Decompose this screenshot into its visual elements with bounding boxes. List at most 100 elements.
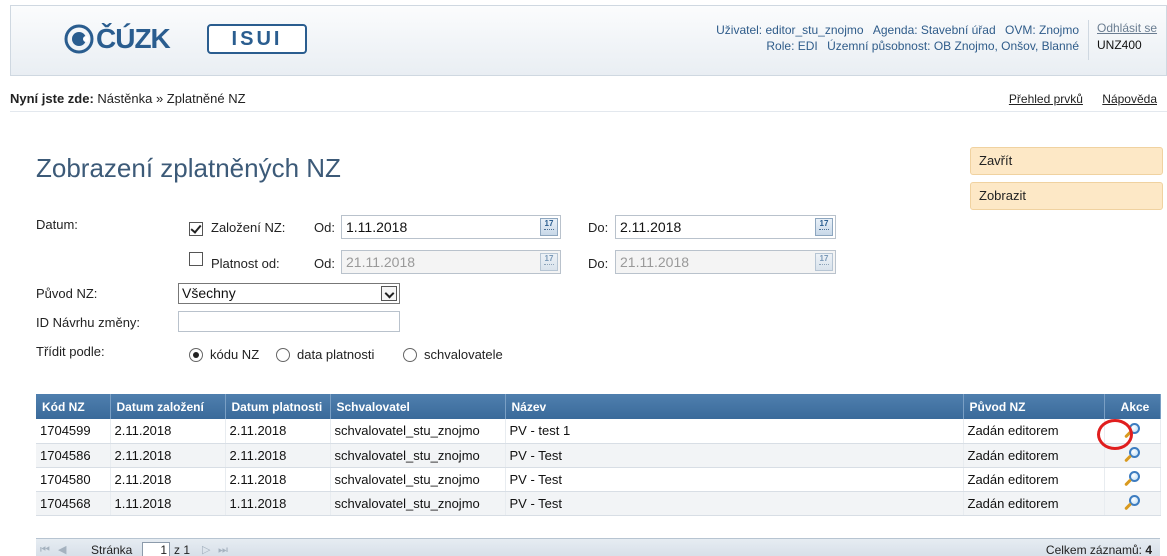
created-checkbox[interactable] (189, 222, 203, 236)
table-row[interactable]: 1704586 2.11.2018 2.11.2018 schvalovatel… (36, 443, 1161, 468)
cell-origin: Zadán editorem (963, 467, 1105, 492)
breadcrumb-bar: Nyní jste zde: Nástěnka » Zplatněné NZ P… (10, 86, 1167, 112)
cuzk-emblem-icon (64, 24, 94, 54)
created-to-input[interactable]: 2.11.2018 (615, 215, 836, 239)
cell-approver: schvalovatel_stu_znojmo (330, 443, 506, 468)
page-label: Stránka (91, 543, 133, 556)
user-role: Role: EDI (766, 39, 818, 53)
valid-to-calendar-icon[interactable]: 17 (815, 253, 833, 271)
cell-action (1104, 491, 1161, 516)
show-button[interactable]: Zobrazit (970, 182, 1163, 210)
cell-valid: 2.11.2018 (225, 467, 331, 492)
isui-logo[interactable]: ISUI (207, 24, 307, 54)
close-button[interactable]: Zavřít (970, 147, 1163, 175)
cell-created: 2.11.2018 (110, 467, 226, 492)
sort-radio-code[interactable] (189, 348, 203, 362)
top-links: Přehled prvků Nápověda (993, 86, 1157, 112)
cuzk-logo[interactable]: ČÚZK (64, 22, 171, 56)
isui-logo-text: ISUI (231, 27, 283, 50)
created-from-calendar-icon[interactable]: 17 (540, 218, 558, 236)
id-label: ID Návrhu změny: (36, 315, 141, 330)
col-header-code[interactable]: Kód NZ (36, 394, 111, 419)
cell-origin: Zadán editorem (963, 491, 1105, 516)
help-link[interactable]: Nápověda (1102, 92, 1157, 106)
sort-label-validity: data platnosti (297, 347, 375, 362)
magnifier-icon[interactable] (1123, 446, 1141, 464)
created-to-calendar-icon[interactable]: 17 (815, 218, 833, 236)
page-of-label: z 1 (174, 543, 191, 556)
magnifier-icon[interactable] (1123, 494, 1141, 512)
origin-select[interactable]: Všechny (178, 283, 400, 304)
created-label: Založení NZ: (211, 220, 286, 235)
highlight-circle (1097, 419, 1133, 450)
cell-created: 2.11.2018 (110, 419, 226, 444)
cell-code: 1704580 (36, 467, 111, 492)
magnifier-icon[interactable] (1123, 470, 1141, 488)
last-page-icon[interactable]: ⏭ (218, 539, 228, 556)
valid-to-input[interactable]: 21.11.2018 (615, 250, 836, 274)
cell-name: PV - Test (505, 443, 964, 468)
pager: ⏮ ◀ Stránka 1 z 1 ▷ ⏭ Celkem záznamů: 4 (36, 538, 1160, 556)
cell-approver: schvalovatel_stu_znojmo (330, 491, 506, 516)
id-input[interactable] (178, 311, 400, 332)
page-input[interactable]: 1 (142, 542, 170, 556)
cell-name: PV - test 1 (505, 419, 964, 444)
created-from-label: Od: (314, 220, 335, 235)
origin-label: Původ NZ: (36, 286, 98, 301)
sort-radio-approver[interactable] (403, 348, 417, 362)
prev-page-icon[interactable]: ◀ (58, 539, 66, 556)
cell-valid: 2.11.2018 (225, 443, 331, 468)
created-from-input[interactable]: 1.11.2018 (341, 215, 561, 239)
valid-from-calendar-icon[interactable]: 17 (540, 253, 558, 271)
cell-approver: schvalovatel_stu_znojmo (330, 419, 506, 444)
valid-from-label: Od: (314, 256, 335, 271)
cell-name: PV - Test (505, 467, 964, 492)
table-row[interactable]: 1704599 2.11.2018 2.11.2018 schvalovatel… (36, 419, 1161, 444)
breadcrumb: Nyní jste zde: Nástěnka » Zplatněné NZ (10, 86, 246, 112)
date-label: Datum: (36, 217, 78, 232)
table-row[interactable]: 1704568 1.11.2018 1.11.2018 schvalovatel… (36, 491, 1161, 516)
first-page-icon[interactable]: ⏮ (40, 539, 50, 556)
total-count: Celkem záznamů: 4 (1046, 539, 1152, 556)
table-header-row: Kód NZ Datum založení Datum platnosti Sc… (36, 394, 1161, 419)
sort-label-code: kódu NZ (210, 347, 260, 362)
sort-radio-validity[interactable] (276, 348, 290, 362)
user-code: UNZ400 (1097, 38, 1142, 52)
col-header-valid[interactable]: Datum platnosti (225, 394, 331, 419)
cell-origin: Zadán editorem (963, 419, 1105, 444)
user-ovm: OVM: Znojmo (1004, 23, 1079, 37)
cell-valid: 2.11.2018 (225, 419, 331, 444)
results-table: Kód NZ Datum založení Datum platnosti Sc… (36, 394, 1161, 516)
cell-created: 2.11.2018 (110, 443, 226, 468)
table-row[interactable]: 1704580 2.11.2018 2.11.2018 schvalovatel… (36, 467, 1161, 492)
user-agenda: Agenda: Stavební úřad (872, 23, 996, 37)
next-page-icon[interactable]: ▷ (202, 539, 210, 556)
total-label: Celkem záznamů: (1045, 543, 1142, 556)
col-header-created[interactable]: Datum založení (110, 394, 226, 419)
logout-link[interactable]: Odhlásit se (1097, 20, 1167, 37)
col-header-approver[interactable]: Schvalovatel (330, 394, 506, 419)
app-header: ČÚZK ISUI Uživatel: editor_stu_znojmo Ag… (10, 5, 1167, 76)
cuzk-logo-text: ČÚZK (96, 23, 171, 54)
col-header-name[interactable]: Název (505, 394, 964, 419)
overview-link[interactable]: Přehled prvků (1009, 92, 1083, 106)
page-title: Zobrazení zplatněných NZ (36, 153, 341, 183)
cell-name: PV - Test (505, 491, 964, 516)
sort-label: Třídit podle: (36, 344, 105, 359)
origin-select-value: Všechny (182, 285, 236, 301)
chevron-down-icon[interactable] (381, 286, 397, 301)
cell-origin: Zadán editorem (963, 443, 1105, 468)
valid-label: Platnost od: (211, 256, 280, 271)
valid-to-label: Do: (588, 256, 609, 271)
cell-code: 1704586 (36, 443, 111, 468)
col-header-origin[interactable]: Původ NZ (963, 394, 1105, 419)
cell-valid: 1.11.2018 (225, 491, 331, 516)
breadcrumb-prefix: Nyní jste zde: (10, 91, 94, 106)
sort-label-approver: schvalovatele (424, 347, 503, 362)
valid-from-input[interactable]: 21.11.2018 (341, 250, 561, 274)
user-name: Uživatel: editor_stu_znojmo (716, 23, 864, 37)
created-to-label: Do: (588, 220, 609, 235)
valid-checkbox[interactable] (189, 252, 203, 266)
cell-code: 1704568 (36, 491, 111, 516)
breadcrumb-path[interactable]: Nástěnka » Zplatněné NZ (97, 91, 245, 106)
